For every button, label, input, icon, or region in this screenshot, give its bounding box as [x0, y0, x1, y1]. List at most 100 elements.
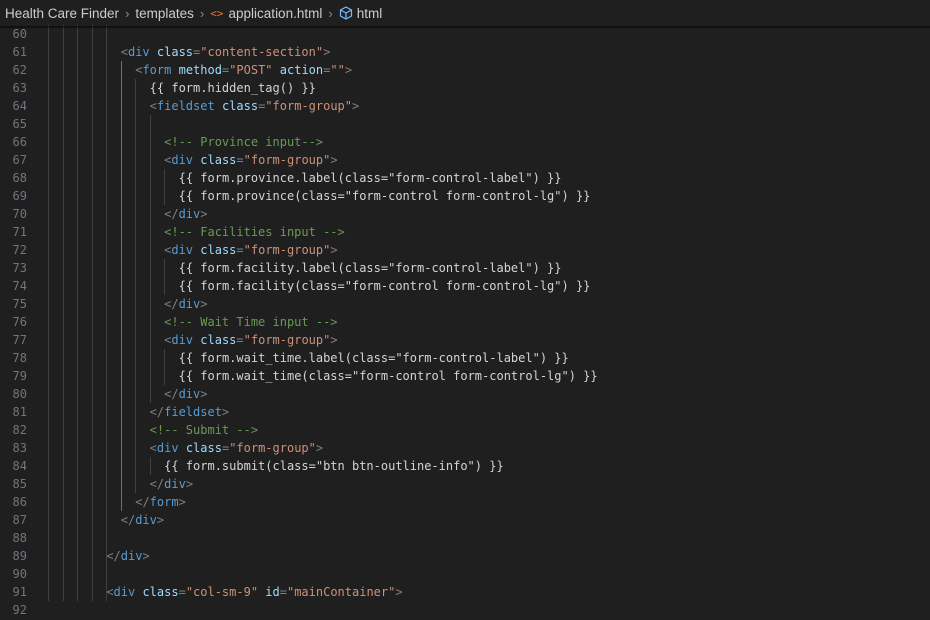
code-token: <!-- Wait Time input -->	[164, 315, 338, 329]
code-line[interactable]: 71 <!-- Facilities input -->	[0, 223, 930, 241]
code-token: "mainContainer"	[286, 585, 396, 599]
code-token: "form-group"	[265, 99, 352, 113]
code-token: >	[330, 153, 338, 167]
indent-guide	[106, 25, 108, 601]
code-line[interactable]: 87 </div>	[0, 511, 930, 529]
code-line[interactable]: 67 <div class="form-group">	[0, 151, 930, 169]
code-line[interactable]: 77 <div class="form-group">	[0, 331, 930, 349]
code-token: >	[200, 297, 208, 311]
code-token: div	[171, 243, 194, 257]
code-editor[interactable]: 60 61 <div class="content-section"> 62 <form…	[0, 25, 930, 620]
code-token: action	[279, 63, 324, 77]
code-token: </	[164, 207, 179, 221]
code-line[interactable]: 90	[0, 565, 930, 583]
code-line[interactable]: 61 <div class="content-section">	[0, 43, 930, 61]
code-text: </div>	[150, 475, 193, 493]
code-token: "col-sm-9"	[185, 585, 259, 599]
code-line[interactable]: 72 <div class="form-group">	[0, 241, 930, 259]
code-line[interactable]: 83 <div class="form-group">	[0, 439, 930, 457]
code-line[interactable]: 69 {{ form.province(class="form-control f…	[0, 187, 930, 205]
line-number: 78	[12, 351, 27, 365]
code-line[interactable]: 80 </div>	[0, 385, 930, 403]
code-line[interactable]: 79 {{ form.wait_time(class="form-control …	[0, 367, 930, 385]
code-line[interactable]: 74 {{ form.facility(class="form-control f…	[0, 277, 930, 295]
code-token: class	[156, 45, 194, 59]
line-number: 73	[12, 261, 27, 275]
indent-guide	[149, 115, 151, 403]
code-line[interactable]: 86 </form>	[0, 493, 930, 511]
code-line[interactable]: 78 {{ form.wait_time.label(class="form-co…	[0, 349, 930, 367]
line-number: 76	[12, 315, 27, 329]
code-line[interactable]: 75 </div>	[0, 295, 930, 313]
code-text: <div class="form-group">	[150, 439, 323, 457]
code-token: >	[344, 63, 353, 77]
breadcrumb-folder[interactable]: templates	[135, 6, 194, 21]
indent-guide	[164, 259, 166, 295]
code-line[interactable]: 85 </div>	[0, 475, 930, 493]
code-text: {{ form.wait_time(class="form-control fo…	[179, 367, 598, 385]
code-line[interactable]: 66 <!-- Province input-->	[0, 133, 930, 151]
code-text: <div class="form-group">	[164, 331, 337, 349]
line-number: 89	[12, 549, 27, 563]
code-text: </div>	[164, 385, 207, 403]
code-token: {{ form.facility.label(class="form-contr…	[178, 261, 562, 275]
code-token: method	[178, 63, 222, 77]
code-token: <!-- Facilities input -->	[164, 225, 345, 239]
line-number: 71	[12, 225, 27, 239]
code-text: {{ form.hidden_tag() }}	[150, 79, 316, 97]
code-token: =	[236, 153, 244, 167]
code-token: div	[135, 513, 157, 527]
code-token: "content-section"	[200, 45, 324, 59]
code-text: <form method="POST" action="">	[135, 61, 352, 79]
code-text: <!-- Submit -->	[150, 421, 258, 439]
code-token: >	[352, 99, 360, 113]
code-token: div	[164, 477, 186, 491]
line-number: 66	[12, 135, 27, 149]
line-number: 92	[12, 603, 27, 617]
code-line[interactable]: 89 </div>	[0, 547, 930, 565]
code-line[interactable]: 92	[0, 601, 930, 619]
line-number: 81	[12, 405, 27, 419]
code-line[interactable]: 62 <form method="POST" action="">	[0, 61, 930, 79]
code-line[interactable]: 68 {{ form.province.label(class="form-con…	[0, 169, 930, 187]
code-token: div	[171, 333, 194, 347]
code-line[interactable]: 70 </div>	[0, 205, 930, 223]
line-number: 67	[12, 153, 27, 167]
indent-guide	[149, 457, 151, 475]
code-token: form	[142, 63, 172, 77]
code-text: <div class="col-sm-9" id="mainContainer"…	[106, 583, 402, 601]
code-line[interactable]: 73 {{ form.facility.label(class="form-con…	[0, 259, 930, 277]
code-line[interactable]: 63 {{ form.hidden_tag() }}	[0, 79, 930, 97]
code-token: =	[236, 333, 244, 347]
line-number: 64	[12, 99, 27, 113]
code-token: </	[120, 513, 136, 527]
breadcrumb-project[interactable]: Health Care Finder	[5, 6, 119, 21]
code-token: >	[200, 387, 208, 401]
code-token: class	[200, 243, 237, 257]
code-line[interactable]: 91 <div class="col-sm-9" id="mainContaine…	[0, 583, 930, 601]
code-line[interactable]: 84 {{ form.submit(class="btn btn-outline-…	[0, 457, 930, 475]
code-text: <!-- Province input-->	[164, 133, 323, 151]
breadcrumb-symbol[interactable]: html	[357, 6, 383, 21]
code-token: <	[149, 441, 157, 455]
breadcrumb-file[interactable]: application.html	[229, 6, 323, 21]
chevron-right-icon: ›	[125, 5, 130, 21]
code-line[interactable]: 64 <fieldset class="form-group">	[0, 97, 930, 115]
code-token: >	[330, 333, 338, 347]
indent-guide	[120, 61, 122, 511]
code-line[interactable]: 76 <!-- Wait Time input -->	[0, 313, 930, 331]
line-number: 77	[12, 333, 27, 347]
code-text: {{ form.facility(class="form-control for…	[179, 277, 591, 295]
code-token: >	[221, 405, 230, 419]
code-token: class	[200, 333, 237, 347]
code-token: div	[113, 585, 136, 599]
code-line[interactable]: 65	[0, 115, 930, 133]
line-number: 61	[12, 45, 27, 59]
code-token: class	[200, 153, 237, 167]
indent-guide	[48, 25, 50, 601]
code-line[interactable]: 82 <!-- Submit -->	[0, 421, 930, 439]
code-line[interactable]: 81 </fieldset>	[0, 403, 930, 421]
line-number: 84	[12, 459, 27, 473]
code-line[interactable]: 88	[0, 529, 930, 547]
code-text: <div class="form-group">	[164, 241, 337, 259]
